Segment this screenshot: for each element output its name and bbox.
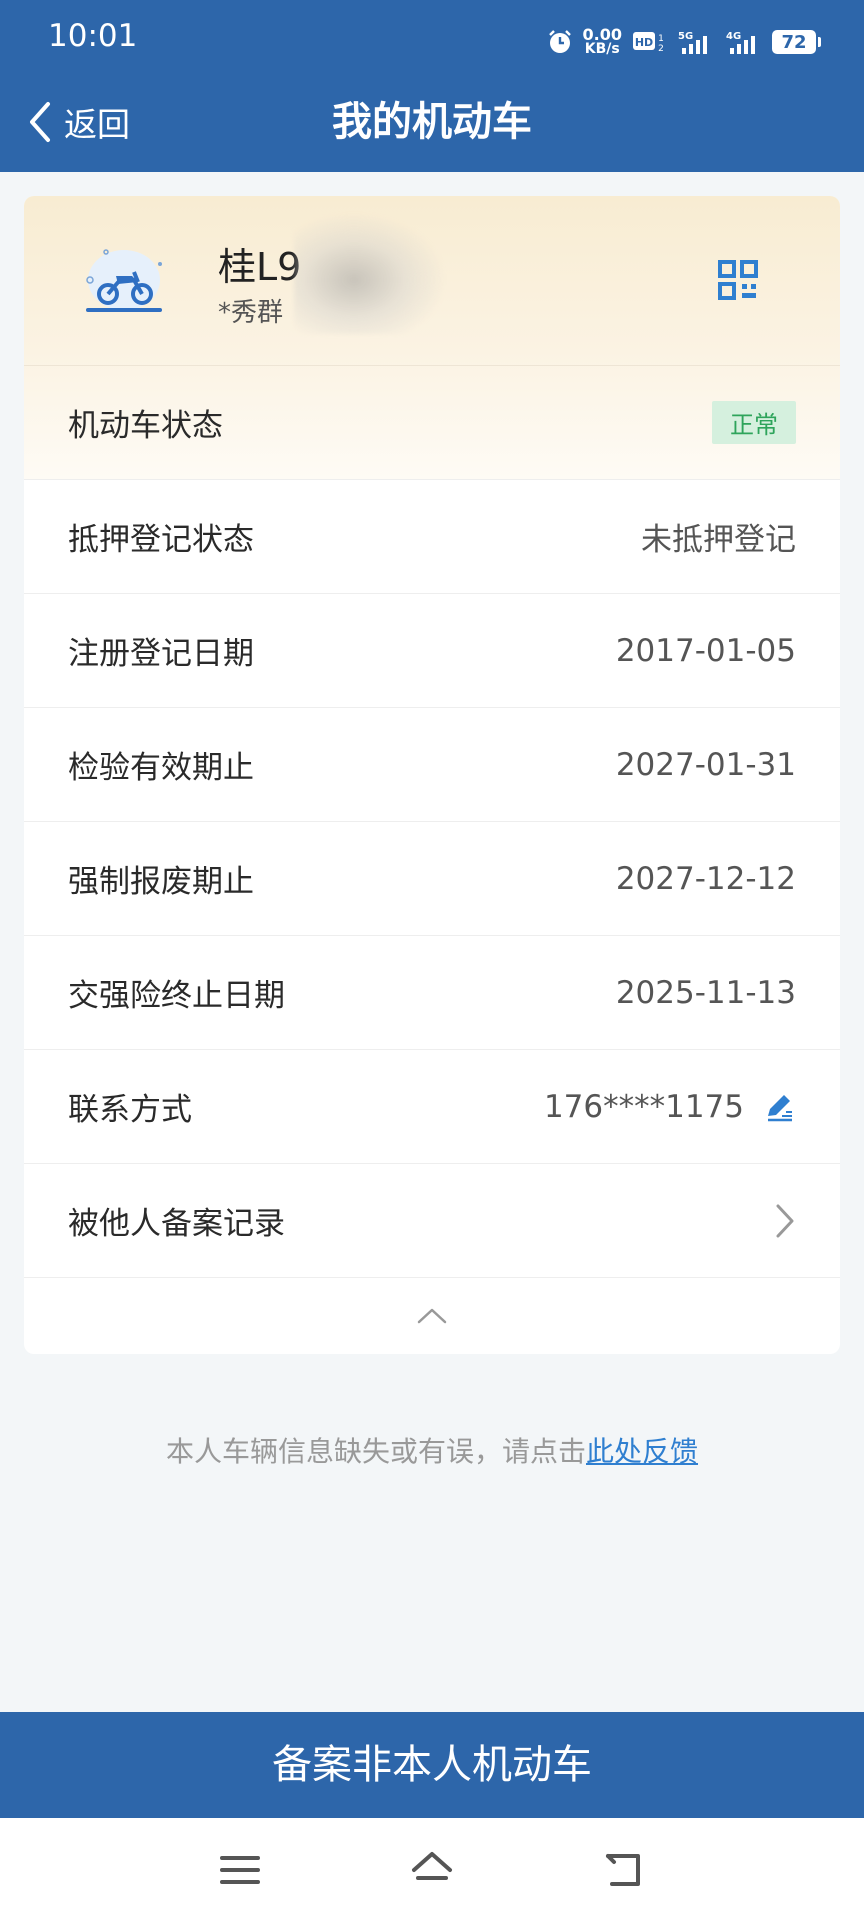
- back-nav-icon[interactable]: [602, 1848, 646, 1892]
- insurance-end-value: 2025-11-13: [615, 974, 796, 1011]
- net-speed: 0.00 KB/s: [582, 25, 622, 57]
- signal-4g-icon: 4G: [726, 31, 755, 54]
- signal-5g-icon: 5G: [678, 31, 707, 54]
- row-register-date: 注册登记日期 2017-01-05: [24, 593, 840, 707]
- motorcycle-icon: [86, 249, 162, 312]
- feedback-prefix: 本人车辆信息缺失或有误，请点击: [165, 1435, 586, 1468]
- row-scrap-deadline: 强制报废期止 2027-12-12: [24, 821, 840, 935]
- scrap-deadline-label: 强制报废期止: [68, 864, 254, 900]
- redaction-smudge: [294, 214, 444, 334]
- feedback-text: 本人车辆信息缺失或有误，请点击此处反馈: [0, 1430, 864, 1470]
- status-icons: 0.00 KB/s HD 1 2 5G 4G 72: [547, 22, 821, 62]
- collapse-button[interactable]: [24, 1277, 840, 1351]
- vehicle-status-label: 机动车状态: [68, 408, 223, 444]
- home-icon[interactable]: [410, 1848, 454, 1892]
- row-mortgage-status: 抵押登记状态 未抵押登记: [24, 479, 840, 593]
- app-header: 10:01 0.00 KB/s HD 1 2 5G 4G 72 返回 我的机动车: [0, 0, 864, 172]
- svg-text:HD: HD: [635, 36, 653, 49]
- contact-label: 联系方式: [68, 1092, 192, 1128]
- nav-bar: 返回 我的机动车: [0, 82, 864, 162]
- status-bar: 10:01 0.00 KB/s HD 1 2 5G 4G 72: [0, 0, 864, 80]
- row-vehicle-status: 机动车状态 正常: [24, 365, 840, 479]
- feedback-link[interactable]: 此处反馈: [586, 1435, 698, 1468]
- chevron-up-icon: [417, 1308, 447, 1323]
- row-contact: 联系方式 176****1175: [24, 1049, 840, 1163]
- status-time: 10:01: [48, 18, 138, 54]
- row-filing-records[interactable]: 被他人备案记录: [24, 1163, 840, 1277]
- register-other-vehicle-button[interactable]: 备案非本人机动车: [0, 1712, 864, 1818]
- row-inspection-expiry: 检验有效期止 2027-01-31: [24, 707, 840, 821]
- mortgage-status-value: 未抵押登记: [641, 522, 796, 558]
- insurance-end-label: 交强险终止日期: [68, 978, 285, 1014]
- vehicle-card: 桂L9 *秀群 机动车状态 正常 抵押登记状态 未抵押登记 注册登记日期 201…: [24, 196, 840, 1354]
- vehicle-header: 桂L9 *秀群 机动车状态 正常: [24, 196, 840, 479]
- plate-number: 桂L9: [218, 245, 302, 289]
- contact-value: 176****1175: [543, 1088, 744, 1125]
- status-badge: 正常: [712, 401, 796, 444]
- battery-icon: 72: [772, 30, 821, 54]
- alarm-icon: [548, 30, 571, 53]
- scrap-deadline-value: 2027-12-12: [615, 860, 796, 897]
- mortgage-status-label: 抵押登记状态: [68, 522, 254, 558]
- chevron-right-icon: [776, 1204, 794, 1237]
- svg-text:4G: 4G: [726, 31, 741, 42]
- menu-icon[interactable]: [218, 1848, 262, 1892]
- register-date-label: 注册登记日期: [68, 636, 254, 672]
- svg-text:2: 2: [658, 44, 664, 54]
- page-title: 我的机动车: [332, 99, 532, 145]
- net-speed-value: 0.00: [582, 25, 622, 44]
- hd-icon: HD 1 2: [633, 32, 664, 54]
- system-nav-bar: [0, 1818, 864, 1920]
- inspection-expiry-value: 2027-01-31: [615, 746, 796, 783]
- net-speed-unit: KB/s: [584, 41, 620, 57]
- edit-icon[interactable]: [762, 1090, 796, 1124]
- svg-text:1: 1: [658, 34, 664, 44]
- inspection-expiry-label: 检验有效期止: [68, 750, 254, 786]
- qr-code-icon[interactable]: [718, 260, 758, 300]
- row-insurance-end: 交强险终止日期 2025-11-13: [24, 935, 840, 1049]
- svg-text:5G: 5G: [678, 31, 693, 42]
- filing-records-label: 被他人备案记录: [68, 1206, 285, 1242]
- owner-name: *秀群: [218, 298, 284, 328]
- register-date-value: 2017-01-05: [615, 632, 796, 669]
